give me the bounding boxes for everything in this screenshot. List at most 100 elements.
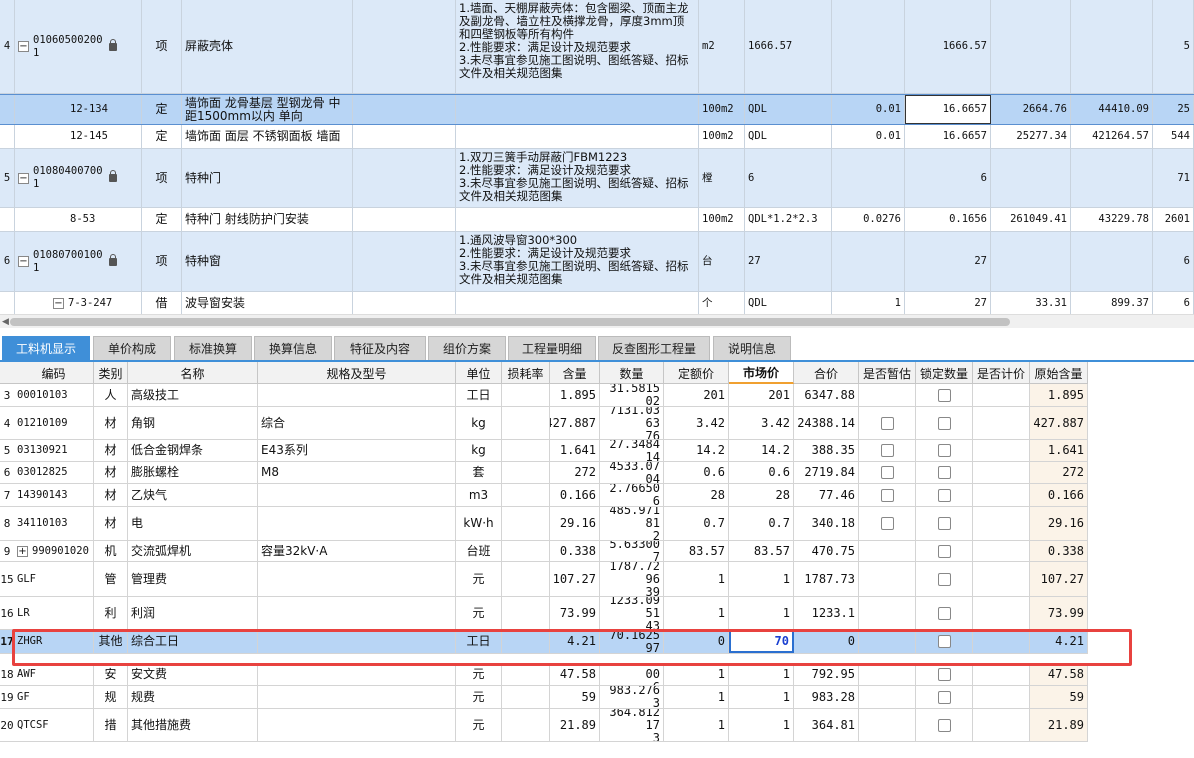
cell-qty[interactable]: 16.6657: [905, 125, 991, 148]
cell-name[interactable]: 墙饰面 龙骨基层 型钢龙骨 中距1500mm以内 单向: [182, 95, 353, 124]
tab-4[interactable]: 特征及内容: [334, 336, 426, 360]
resource-row[interactable]: 20 QTCSF 措其他措施费元 21.89 364.81217 3 1 1 364.81 21…: [0, 709, 1088, 742]
cell-qty[interactable]: 983.2763: [600, 686, 664, 708]
resource-row[interactable]: 19 GF 规规费元 59 983.2763 1 1 983.28 59: [0, 686, 1088, 709]
lock-qty-checkbox[interactable]: [937, 718, 951, 732]
cell-market[interactable]: 1: [729, 709, 794, 741]
cell-lock[interactable]: [916, 630, 973, 653]
quota-row[interactable]: −7-3-247 借波导窗安装个 QDL 1 27 33.31 899.37 6: [0, 292, 1194, 314]
cell-lock[interactable]: [916, 709, 973, 741]
bill-item-row[interactable]: 5−01080400700 1 项特种门 1.双刀三簧手动屏蔽门FBM1223 2.性…: [0, 149, 1194, 208]
bill-item-row[interactable]: 4−01060500200 1 项屏蔽壳体 1.墙面、天棚屏蔽壳体：包含圈梁、顶面主龙…: [0, 0, 1194, 94]
cell-lock[interactable]: [916, 597, 973, 629]
scrollbar-thumb[interactable]: [10, 318, 1010, 326]
cell-content[interactable]: 21.89: [550, 709, 600, 741]
cell-qty[interactable]: 27: [905, 232, 991, 291]
cell-est[interactable]: [859, 440, 916, 461]
tab-0[interactable]: 工料机显示: [2, 336, 90, 360]
cell-est[interactable]: [859, 562, 916, 596]
cell-market[interactable]: 83.57: [729, 541, 794, 561]
resource-row[interactable]: 7 14390143 材乙炔气 m3 0.166 2.766506 28 28 77.46 0.1…: [0, 484, 1088, 507]
cell-name[interactable]: 波导窗安装: [182, 292, 353, 314]
quota-row[interactable]: 12-134 定墙饰面 龙骨基层 型钢龙骨 中距1500mm以内 单向 100m2 Q…: [0, 94, 1194, 125]
lock-qty-checkbox[interactable]: [937, 416, 951, 430]
cell-market[interactable]: 3.42: [729, 407, 794, 439]
cell-name[interactable]: 特种门: [182, 149, 353, 207]
estimate-checkbox[interactable]: [880, 517, 894, 530]
resource-row[interactable]: 16 LR 利利润元 73.99 1233.0951 43 1 1 1233.1 73.99: [0, 597, 1088, 630]
cell-name[interactable]: 屏蔽壳体: [182, 0, 353, 93]
col-header-orig[interactable]: 原始含量: [1030, 362, 1088, 384]
col-header-qty[interactable]: 数量: [600, 362, 664, 384]
lock-qty-checkbox[interactable]: [937, 572, 951, 586]
cell-qty[interactable]: 1666.57: [905, 0, 991, 93]
resource-row[interactable]: 17 ZHGR 其他 综合工日 工日 4.21 70.162597 0 70 0 4.21: [0, 630, 1088, 654]
cell-lock[interactable]: [916, 664, 973, 685]
estimate-checkbox[interactable]: [880, 488, 894, 502]
cell-content[interactable]: 4.21: [550, 630, 600, 653]
estimate-checkbox[interactable]: [880, 444, 894, 457]
cell-content[interactable]: 272: [550, 462, 600, 483]
cell-qty[interactable]: 6: [905, 149, 991, 207]
cell-content[interactable]: 427.887: [550, 407, 600, 439]
quota-row[interactable]: 12-145 定墙饰面 面层 不锈钢面板 墙面 100m2 QDL 0.01 16.665…: [0, 125, 1194, 149]
cell-content[interactable]: 0.166: [550, 484, 600, 506]
resource-row[interactable]: 8 34110103 材电 kW·h 29.16 485.97181 2 0.7 0.7 340…: [0, 507, 1088, 541]
cell-est[interactable]: [859, 686, 916, 708]
cell-content[interactable]: 73.99: [550, 597, 600, 629]
cell-market[interactable]: 14.2: [729, 440, 794, 461]
resource-row[interactable]: 6 03012825 材膨胀螺栓 M8 套 272 4533.0704 0.6 0.6 2719.…: [0, 462, 1088, 484]
cell-est[interactable]: [859, 407, 916, 439]
col-header-est[interactable]: 是否暂估: [859, 362, 916, 384]
cell-content[interactable]: 0.338: [550, 541, 600, 561]
lock-qty-checkbox[interactable]: [937, 388, 951, 402]
bill-item-row[interactable]: 6−01080700100 1 项特种窗 1.通风波导窗300*300 2.性能要求：…: [0, 232, 1194, 292]
cell-lock[interactable]: [916, 507, 973, 540]
cell-qty[interactable]: 0.1656: [905, 208, 991, 231]
cell-lock[interactable]: [916, 384, 973, 406]
cell-market[interactable]: 0.7: [729, 507, 794, 540]
col-header-lock[interactable]: 锁定数量: [916, 362, 973, 384]
cell-market[interactable]: 70: [729, 630, 794, 653]
col-header-market[interactable]: 市场价: [729, 362, 794, 384]
cell-qty[interactable]: 2.766506: [600, 484, 664, 506]
cell-content[interactable]: 59: [550, 686, 600, 708]
tab-7[interactable]: 反查图形工程量: [598, 336, 710, 360]
lock-qty-checkbox[interactable]: [937, 668, 951, 681]
cell-qty[interactable]: 16.6657: [905, 95, 991, 124]
expand-icon[interactable]: +: [17, 545, 28, 557]
horizontal-scrollbar[interactable]: ◀: [0, 314, 1194, 328]
cell-market[interactable]: 201: [729, 384, 794, 406]
lock-qty-checkbox[interactable]: [937, 606, 951, 620]
cell-qty[interactable]: 27.348414: [600, 440, 664, 461]
tab-1[interactable]: 单价构成: [93, 336, 171, 360]
cell-market[interactable]: 1: [729, 597, 794, 629]
lock-qty-checkbox[interactable]: [937, 444, 951, 457]
col-header-total[interactable]: 合价: [794, 362, 859, 384]
cell-content[interactable]: 1.641: [550, 440, 600, 461]
col-header-loss[interactable]: 损耗率: [502, 362, 550, 384]
cell-lock[interactable]: [916, 562, 973, 596]
cell-est[interactable]: [859, 541, 916, 561]
cell-qty[interactable]: 4533.0704: [600, 462, 664, 483]
cell-content[interactable]: 47.58: [550, 664, 600, 685]
lock-qty-checkbox[interactable]: [937, 690, 951, 704]
lock-qty-checkbox[interactable]: [937, 466, 951, 479]
cell-qty[interactable]: 485.97181 2: [600, 507, 664, 540]
cell-lock[interactable]: [916, 462, 973, 483]
cell-name[interactable]: 特种窗: [182, 232, 353, 291]
cell-market[interactable]: 28: [729, 484, 794, 506]
col-header-calc[interactable]: 是否计价: [973, 362, 1030, 384]
cell-qty[interactable]: 5.633007: [600, 541, 664, 561]
resource-row[interactable]: 5 03130921 材低合金钢焊条 E43系列 kg 1.641 27.348414 14.…: [0, 440, 1088, 462]
resource-row[interactable]: 9 +990901020 机交流弧焊机 容量32kV·A 台班 0.338 5.633007…: [0, 541, 1088, 562]
estimate-checkbox[interactable]: [880, 466, 894, 479]
resource-row[interactable]: 15 GLF 管管理费元 107.27 1787.7296 39 1 1 1787.73 107…: [0, 562, 1088, 597]
cell-qty[interactable]: 31.581502: [600, 384, 664, 406]
cell-market[interactable]: 0.6: [729, 462, 794, 483]
estimate-checkbox[interactable]: [880, 416, 894, 430]
cell-est[interactable]: [859, 484, 916, 506]
col-header-code[interactable]: 编码: [14, 362, 94, 384]
cell-content[interactable]: 107.27: [550, 562, 600, 596]
cell-lock[interactable]: [916, 541, 973, 561]
